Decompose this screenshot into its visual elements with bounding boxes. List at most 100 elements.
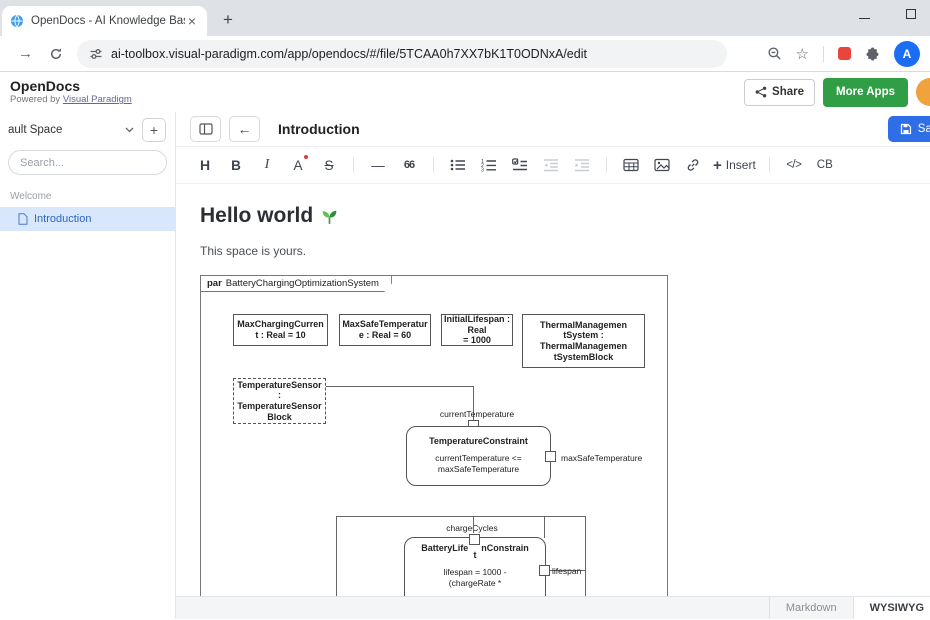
toggle-sidebar-button[interactable] [190, 116, 221, 142]
tab-wysiwyg[interactable]: WYSIWYG [853, 597, 930, 619]
value-block-initial-lifespan: InitialLifespan : Real = 1000 [441, 314, 513, 346]
back-button[interactable]: ← [229, 116, 260, 142]
account-avatar[interactable] [916, 78, 930, 106]
window-minimize-icon[interactable] [859, 18, 870, 19]
space-selector[interactable]: ault Space [8, 124, 134, 136]
browser-profile-avatar[interactable]: A [894, 41, 920, 67]
app-branding: OpenDocs Powered by Visual Paradigm [10, 79, 132, 105]
tab-title: OpenDocs - AI Knowledge Base [31, 15, 185, 27]
app-title: OpenDocs [10, 79, 132, 94]
indent-icon[interactable] [571, 152, 593, 178]
port-label-charge-cycles: chargeCycles [412, 523, 532, 533]
new-space-button[interactable]: + [142, 118, 166, 142]
space-selector-row: ault Space + [0, 112, 175, 148]
numbered-list-icon[interactable]: 123 [478, 152, 500, 178]
diagram-frame-label: par BatteryChargingOptimizationSystem [200, 275, 392, 292]
block-temperature-sensor: TemperatureSensor : TemperatureSensor Bl… [233, 378, 326, 424]
bullet-list-icon[interactable] [447, 152, 469, 178]
inline-code-button[interactable]: </> [783, 152, 805, 178]
tab-close-icon[interactable]: × [185, 13, 199, 29]
format-toolbar: H B I A S — 66 123 [176, 147, 930, 184]
url-bar[interactable]: ai-toolbox.visual-paradigm.com/app/opend… [77, 40, 727, 68]
constraint-temperature: TemperatureConstraint currentTemperature… [406, 426, 551, 486]
visual-paradigm-link[interactable]: Visual Paradigm [63, 94, 132, 105]
editor-content[interactable]: Hello world This space is yours. par Bat… [176, 184, 930, 596]
document-icon [18, 213, 28, 225]
block-thermal-management-system: ThermalManagemen tSystem : ThermalManage… [522, 314, 645, 368]
window-controls [859, 9, 916, 19]
connector-line [473, 516, 474, 533]
sidebar-item-introduction[interactable]: Introduction [0, 207, 175, 231]
browser-window: OpenDocs - AI Knowledge Base × + → ai-to… [0, 0, 930, 620]
app-header-actions: Share More Apps [744, 78, 930, 107]
reload-icon[interactable] [49, 47, 63, 61]
seedling-emoji-icon [320, 207, 339, 226]
code-block-button[interactable]: CB [814, 152, 836, 178]
url-text[interactable]: ai-toolbox.visual-paradigm.com/app/opend… [111, 47, 587, 61]
browser-address-bar: → ai-toolbox.visual-paradigm.com/app/ope… [0, 36, 930, 72]
outdent-icon[interactable] [540, 152, 562, 178]
color-dot-icon [304, 155, 308, 159]
connector-line [326, 386, 474, 387]
constraint-title: TemperatureConstraint [407, 436, 550, 446]
search-row [0, 148, 175, 181]
panel-toggle-icon [199, 123, 213, 135]
blockquote-button[interactable]: 66 [398, 152, 420, 178]
address-bar-divider [823, 46, 824, 62]
document-header: ← Introduction Save [176, 112, 930, 147]
toolbar-separator [606, 157, 607, 173]
tab-favicon-icon [10, 14, 24, 28]
link-icon[interactable] [682, 152, 704, 178]
main-panel: ← Introduction Save H B I A S — 66 [176, 112, 930, 619]
svg-text:3: 3 [481, 168, 484, 172]
editor-mode-bar: Markdown WYSIWYG [176, 596, 930, 619]
port-label-lifespan: lifespan [552, 566, 581, 576]
body-paragraph: This space is yours. [200, 244, 930, 258]
parametric-diagram[interactable]: par BatteryChargingOptimizationSystem Ma… [200, 275, 668, 596]
browser-tab-strip: OpenDocs - AI Knowledge Base × + [0, 0, 930, 36]
strikethrough-button[interactable]: S [318, 152, 340, 178]
connector-line [544, 516, 545, 538]
sidebar-item-label: Introduction [34, 213, 91, 225]
site-info-icon[interactable] [89, 47, 103, 61]
constraint-expression: currentTemperature <= maxSafeTemperature [407, 453, 550, 475]
port-label-max-safe-temperature: maxSafeTemperature [561, 453, 642, 463]
insert-button[interactable]: + Insert [713, 157, 756, 174]
toolbar-separator [433, 157, 434, 173]
heading-button[interactable]: H [194, 152, 216, 178]
more-apps-button[interactable]: More Apps [823, 78, 908, 107]
plus-icon: + [713, 157, 722, 174]
share-button[interactable]: Share [744, 79, 815, 106]
section-label-welcome: Welcome [0, 181, 175, 207]
document-title: Introduction [278, 121, 360, 137]
checklist-icon[interactable] [509, 152, 531, 178]
powered-by: Powered by Visual Paradigm [10, 94, 132, 105]
horizontal-rule-button[interactable]: — [367, 152, 389, 178]
constraint-battery-lifespan: BatteryLife nConstrain t lifespan = 1000… [404, 537, 546, 596]
search-input[interactable] [8, 150, 167, 175]
save-button[interactable]: Save [888, 116, 930, 142]
window-maximize-icon[interactable] [906, 9, 916, 19]
zoom-icon[interactable] [767, 46, 782, 61]
extension-red-icon[interactable] [838, 47, 851, 60]
tab-markdown[interactable]: Markdown [769, 597, 853, 619]
port-label-current-temperature: currentTemperature [407, 409, 547, 419]
bookmark-star-icon[interactable]: ☆ [796, 45, 809, 63]
heading-row: Hello world [200, 204, 930, 228]
table-icon[interactable] [620, 152, 642, 178]
image-icon[interactable] [651, 152, 673, 178]
value-block-max-charging-current: MaxChargingCurren t : Real = 10 [233, 314, 328, 346]
toolbar-separator [353, 157, 354, 173]
port-lifespan [539, 565, 550, 576]
port-charge-cycles [469, 534, 480, 545]
save-icon [900, 123, 912, 135]
browser-tab[interactable]: OpenDocs - AI Knowledge Base × [2, 6, 207, 36]
new-tab-button[interactable]: + [215, 7, 241, 33]
app-body: ault Space + Welcome Introduction [0, 112, 930, 619]
font-color-button[interactable]: A [287, 152, 309, 178]
extensions-puzzle-icon[interactable] [865, 46, 880, 61]
bold-button[interactable]: B [225, 152, 247, 178]
chevron-down-icon [125, 127, 134, 133]
forward-icon[interactable]: → [18, 45, 33, 62]
italic-button[interactable]: I [256, 152, 278, 178]
